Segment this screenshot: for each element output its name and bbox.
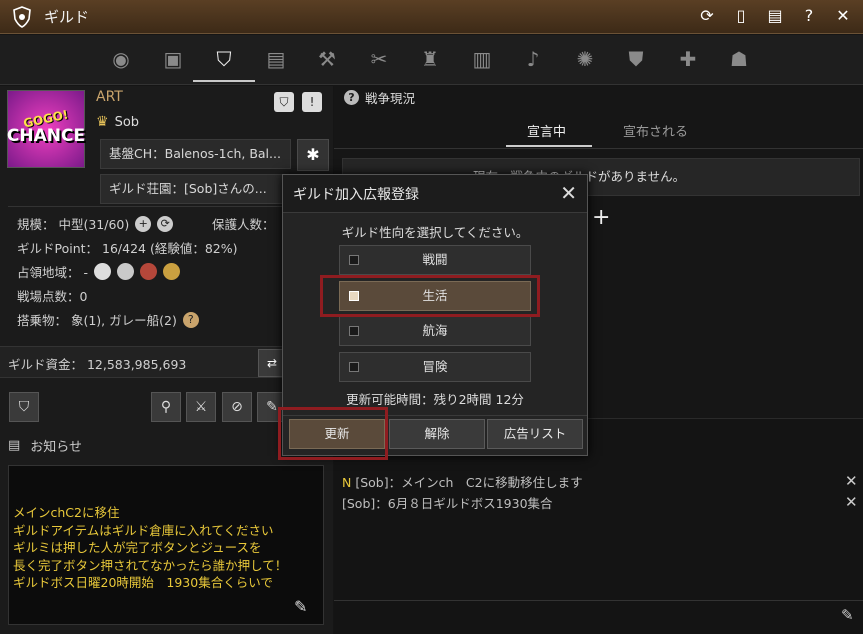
guild-name: ART xyxy=(96,89,123,105)
option-sailing[interactable]: 航海 xyxy=(339,316,531,346)
checkbox[interactable] xyxy=(349,326,359,336)
button-highlight xyxy=(278,407,388,460)
info-divider xyxy=(8,206,326,207)
tab-members-icon[interactable]: ▣ xyxy=(155,41,191,77)
add-war-icon[interactable]: + xyxy=(592,205,610,230)
checkbox[interactable] xyxy=(349,362,359,372)
update-timer: 更新可能時間：残り2時間 12分 xyxy=(346,392,524,407)
territory-icon xyxy=(116,263,134,280)
close-icon[interactable]: ✕ xyxy=(845,493,858,511)
modal-title: ギルド加入広報登録 xyxy=(293,187,419,203)
notice-text-area[interactable]: メインchC2に移住 ギルドアイテムはギルド倉庫に入れてください ギルミは押した… xyxy=(8,465,324,625)
armor-button[interactable]: ⚔ xyxy=(186,392,216,422)
war-divider xyxy=(334,148,863,149)
guild-tab-bar: ◉ ▣ ⛉ ▤ ⚒ ✂ ♜ ▥ ♪ ✺ ⛊ ✚ ☗ xyxy=(0,35,863,85)
tab-skill-icon[interactable]: ✺ xyxy=(567,41,603,77)
option-adventure[interactable]: 冒険 xyxy=(339,352,531,382)
tab-plus-shield-icon[interactable]: ✚ xyxy=(670,41,706,77)
disband-button[interactable]: ⊘ xyxy=(222,392,252,422)
base-channel-field[interactable]: 基盤CH：Balenos-1ch, Bal... xyxy=(100,139,291,169)
active-war-tab-indicator xyxy=(506,145,592,147)
guild-leader: ♛ Sob xyxy=(96,114,139,130)
close-icon[interactable]: ✕ xyxy=(845,472,858,490)
guild-scale-row: 規模： 中型(31/60) + ⟳ xyxy=(17,214,174,233)
notice-line: ギルドボス日曜20時開始 1930集合くらいで xyxy=(13,575,273,590)
pencil-icon[interactable]: ✎ xyxy=(294,597,307,616)
battlefield-score: 戦場点数：0 xyxy=(17,289,88,304)
vehicles-row: 搭乗物： 象(1), ガレー船(2) ? xyxy=(17,310,199,329)
tab-hammer-icon[interactable]: ⚒ xyxy=(309,41,345,77)
search-member-button[interactable]: ⚲ xyxy=(151,392,181,422)
tab-castle-icon[interactable]: ♜ xyxy=(412,41,448,77)
notice-line: 長く完了ボタン押されてなかったら誰か押して！ xyxy=(13,557,288,573)
territory-icon xyxy=(93,263,111,280)
refresh-scale-icon[interactable]: ⟳ xyxy=(157,215,174,232)
checkbox[interactable] xyxy=(349,255,359,265)
tab-scroll-icon[interactable]: ▤ xyxy=(258,41,294,77)
tab-guild-info-icon[interactable]: ⛉ xyxy=(206,41,242,77)
war-status-title: 戦争現況 xyxy=(365,91,416,106)
option-battle[interactable]: 戦闘 xyxy=(339,245,531,275)
notice-line: メインchC2に移住 xyxy=(13,505,120,520)
territory-icon xyxy=(139,263,157,280)
chat-message: [Sob]：6月８日ギルドボス1930集合 xyxy=(342,496,553,511)
tab-mask-icon[interactable]: ☗ xyxy=(721,41,757,77)
tab-tools-icon[interactable]: ✂ xyxy=(361,41,397,77)
notice-title: お知らせ xyxy=(30,440,83,455)
notice-icon: ▤ xyxy=(8,438,21,453)
tab-quest-icon[interactable]: ▥ xyxy=(464,41,500,77)
war-status-header: ? 戦争現況 xyxy=(344,88,415,107)
tab-bell-icon[interactable]: ♪ xyxy=(515,41,551,77)
close-icon[interactable]: ✕ xyxy=(560,181,577,205)
ad-list-button[interactable]: 広告リスト xyxy=(487,419,583,449)
window-title: ギルド xyxy=(44,8,90,26)
selection-highlight xyxy=(320,275,540,317)
territory-row: 占領地域： - xyxy=(17,262,180,281)
guild-manor-field[interactable]: ギルド荘園：[Sob]さんの... xyxy=(100,174,291,204)
notice-line: ギルミは押した人が完了ボタンとジュースを xyxy=(13,540,262,555)
territory-icon xyxy=(162,263,180,280)
notice-line: ギルドアイテムはギルド倉庫に入れてください xyxy=(13,522,274,538)
chat-message: N [Sob]：メインch C2に移動移住します xyxy=(342,475,583,490)
tab-received[interactable]: 宣布される xyxy=(623,121,688,140)
help-icon[interactable]: ? xyxy=(182,311,199,328)
tab-shield-icon[interactable]: ⛊ xyxy=(618,41,654,77)
cancel-registration-button[interactable]: 解除 xyxy=(389,419,485,449)
mobile-icon[interactable]: ▯ xyxy=(731,6,751,26)
crown-icon: ♛ xyxy=(96,114,109,130)
tab-occupation-icon[interactable]: ◉ xyxy=(103,41,139,77)
modal-prompt: ギルド性向を選択してください。 xyxy=(341,225,529,240)
chat-input[interactable] xyxy=(334,600,863,634)
leader-name: Sob xyxy=(114,114,140,130)
active-tab-indicator xyxy=(193,80,255,82)
help-icon[interactable]: ? xyxy=(344,90,359,105)
guild-emblem-button[interactable]: ⛉ xyxy=(9,392,39,422)
notice-board-icon[interactable]: ! xyxy=(302,92,322,112)
guild-shield-icon xyxy=(8,3,36,31)
protect-count: 保護人数： xyxy=(212,217,275,232)
close-icon[interactable]: ✕ xyxy=(833,6,853,26)
network-button[interactable]: ✱ xyxy=(297,139,329,171)
plus-icon[interactable]: + xyxy=(135,215,152,232)
tab-declared[interactable]: 宣言中 xyxy=(527,121,566,140)
refresh-icon[interactable]: ⟳ xyxy=(697,6,717,26)
modal-header: ギルド加入広報登録 ✕ xyxy=(283,175,587,213)
pencil-icon[interactable]: ✎ xyxy=(841,606,854,624)
guild-points: ギルドPoint： 16/424 (経験値：82%) xyxy=(17,241,238,256)
guild-emblem: GOGO! CHANCE xyxy=(7,90,85,168)
title-bar: ギルド ⟳ ▯ ▤ ? ✕ xyxy=(0,0,863,34)
notice-header: ▤ お知らせ xyxy=(8,436,82,455)
document-icon[interactable]: ▤ xyxy=(765,6,785,26)
guild-funds: ギルド資金： 12,583,985,693 xyxy=(8,357,187,372)
shield-settings-icon[interactable]: ⛉ xyxy=(274,92,294,112)
help-icon[interactable]: ? xyxy=(799,6,819,26)
